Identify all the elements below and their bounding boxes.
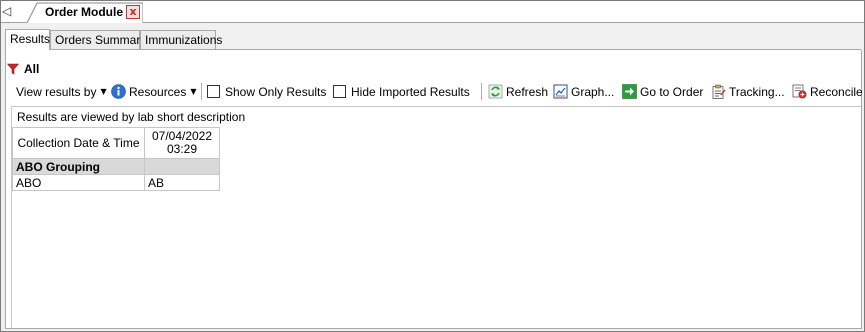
- doc-tab-title: Order Module: [45, 5, 124, 19]
- tracking-button[interactable]: Tracking...: [711, 81, 785, 102]
- results-grid: Collection Date & Time 07/04/2022 03:29 …: [12, 127, 220, 191]
- table-row[interactable]: ABO AB: [12, 174, 220, 191]
- tab-results[interactable]: Results: [5, 29, 50, 50]
- tab-orders-summary[interactable]: Orders Summary: [50, 30, 146, 49]
- collection-date-header: Collection Date & Time: [12, 127, 145, 159]
- filter-funnel-icon: [7, 63, 19, 75]
- reconcile-button[interactable]: Reconcile: [792, 81, 863, 102]
- checkbox-box[interactable]: [207, 85, 220, 98]
- arrow-right-icon: [622, 84, 637, 99]
- order-module-window: ◁ Order Module x Results Orders Summary …: [0, 0, 865, 332]
- resources-dropdown[interactable]: Resources ▼: [111, 81, 197, 102]
- go-to-order-label: Go to Order: [640, 84, 704, 99]
- graph-label: Graph...: [571, 84, 615, 99]
- clipboard-icon: [712, 84, 726, 99]
- refresh-button[interactable]: Refresh: [488, 81, 548, 102]
- checkbox-box[interactable]: [333, 85, 346, 98]
- graph-button[interactable]: Graph...: [553, 81, 614, 102]
- view-results-by-dropdown[interactable]: View results by ▼: [16, 81, 107, 102]
- tab-immunizations[interactable]: Immunizations: [140, 30, 222, 49]
- date-column-header[interactable]: 07/04/2022 03:29: [144, 127, 220, 159]
- tracking-label: Tracking...: [729, 84, 785, 99]
- filter-label: All: [24, 62, 40, 76]
- grid-header-row: Collection Date & Time 07/04/2022 03:29: [12, 127, 220, 159]
- filter-row[interactable]: All: [7, 61, 39, 77]
- result-value-cell: AB: [144, 174, 220, 191]
- refresh-label: Refresh: [506, 84, 549, 99]
- reconcile-label: Reconcile: [810, 84, 863, 99]
- group-name: ABO Grouping: [12, 158, 145, 175]
- reconcile-icon: [792, 84, 807, 99]
- results-toolbar: View results by ▼ Resources ▼ Show Only …: [11, 81, 863, 102]
- group-empty-cell: [144, 158, 220, 175]
- grid-caption: Results are viewed by lab short descript…: [17, 110, 246, 124]
- toolbar-separator: [201, 83, 202, 100]
- view-results-by-label: View results by: [16, 84, 97, 99]
- hide-imported-results-checkbox[interactable]: Hide Imported Results: [333, 81, 470, 102]
- show-only-results-label: Show Only Results: [225, 84, 327, 99]
- group-row[interactable]: ABO Grouping: [12, 158, 220, 175]
- chevron-down-icon: ▼: [100, 87, 107, 96]
- chevron-down-icon: ▼: [190, 87, 197, 96]
- show-only-results-checkbox[interactable]: Show Only Results: [207, 81, 326, 102]
- info-icon: [111, 84, 126, 99]
- refresh-icon: [488, 84, 503, 99]
- toolbar-separator: [481, 83, 482, 100]
- go-to-order-button[interactable]: Go to Order: [622, 81, 703, 102]
- scroll-left-icon[interactable]: ◁: [2, 4, 11, 18]
- close-icon[interactable]: x: [126, 5, 140, 19]
- document-tab-strip: ◁ Order Module x: [1, 1, 864, 23]
- hide-imported-results-label: Hide Imported Results: [351, 84, 470, 99]
- test-name-cell: ABO: [12, 174, 145, 191]
- graph-icon: [553, 84, 568, 99]
- doc-tab-order-module[interactable]: Order Module x: [27, 2, 143, 23]
- column-time: 03:29: [166, 142, 198, 156]
- resources-label: Resources: [129, 84, 187, 99]
